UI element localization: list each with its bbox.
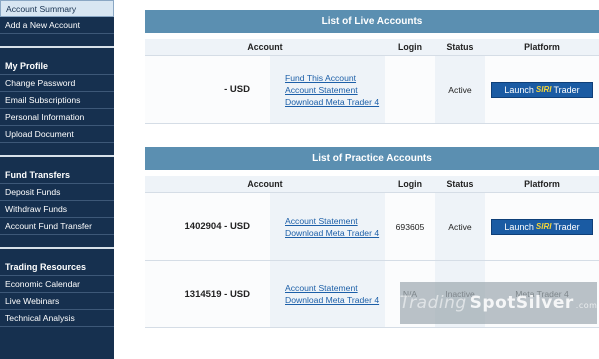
sidebar-item-add-account[interactable]: Add a New Account — [0, 17, 114, 34]
sidebar-item-deposit-funds[interactable]: Deposit Funds — [0, 184, 114, 201]
watermark-logo: Trading SpotSilver .com — [400, 282, 597, 324]
sidebar-item-email-subscriptions[interactable]: Email Subscriptions — [0, 92, 114, 109]
sidebar-item-upload-document[interactable]: Upload Document — [0, 126, 114, 143]
download-mt4-link[interactable]: Download Meta Trader 4 — [285, 96, 385, 108]
sidebar-divider — [0, 143, 114, 157]
column-header-status: Status — [446, 179, 474, 189]
account-number: 1402904 - USD — [145, 193, 270, 260]
account-statement-link[interactable]: Account Statement — [285, 84, 385, 96]
account-links: Account Statement Download Meta Trader 4 — [270, 193, 385, 260]
trader-label: Trader — [553, 221, 580, 232]
status-value: Active — [435, 56, 485, 123]
siri-logo: SIRI — [535, 222, 552, 231]
sidebar-item-personal-information[interactable]: Personal Information — [0, 109, 114, 126]
sidebar-heading-trading-resources: Trading Resources — [0, 259, 114, 276]
column-header-platform: Platform — [524, 179, 560, 189]
launch-trader-button[interactable]: Launch SIRI Trader — [491, 81, 593, 98]
practice-table-header: Account Login Status Platform — [145, 176, 599, 193]
account-number: 1314519 - USD — [145, 261, 270, 327]
launch-trader-button[interactable]: Launch SIRI Trader — [491, 218, 593, 235]
table-row: 1402904 - USD Account Statement Download… — [145, 193, 599, 261]
live-table-header: Account Login Status Platform — [145, 39, 599, 56]
watermark-light-text: Trading — [399, 293, 467, 313]
watermark-bold-text: SpotSilver — [469, 293, 574, 313]
column-header-account: Account — [247, 179, 283, 189]
sidebar-item-withdraw-funds[interactable]: Withdraw Funds — [0, 201, 114, 218]
platform-cell: Launch SIRI Trader — [485, 56, 599, 123]
column-header-login: Login — [398, 42, 422, 52]
status-value: Active — [435, 193, 485, 260]
account-statement-link[interactable]: Account Statement — [285, 215, 385, 227]
sidebar: Account Summary Add a New Account My Pro… — [0, 0, 114, 359]
sidebar-item-economic-calendar[interactable]: Economic Calendar — [0, 276, 114, 293]
sidebar-heading-profile: My Profile — [0, 58, 114, 75]
siri-logo: SIRI — [535, 85, 552, 94]
sidebar-item-live-webinars[interactable]: Live Webinars — [0, 293, 114, 310]
live-accounts-title: List of Live Accounts — [145, 10, 599, 33]
sidebar-divider — [0, 34, 114, 48]
sidebar-heading-fund-transfers: Fund Transfers — [0, 167, 114, 184]
launch-label: Launch — [504, 84, 534, 95]
table-row: - USD Fund This Account Account Statemen… — [145, 56, 599, 124]
sidebar-item-account-fund-transfer[interactable]: Account Fund Transfer — [0, 218, 114, 235]
download-mt4-link[interactable]: Download Meta Trader 4 — [285, 294, 385, 306]
account-number: - USD — [145, 56, 270, 123]
sidebar-divider — [0, 235, 114, 249]
launch-label: Launch — [504, 221, 534, 232]
column-header-account: Account — [247, 42, 283, 52]
column-header-status: Status — [446, 42, 474, 52]
trader-label: Trader — [553, 84, 580, 95]
live-accounts-section: List of Live Accounts Account Login Stat… — [145, 10, 599, 124]
sidebar-item-account-summary[interactable]: Account Summary — [0, 0, 114, 17]
download-mt4-link[interactable]: Download Meta Trader 4 — [285, 227, 385, 239]
column-header-platform: Platform — [524, 42, 560, 52]
account-links: Fund This Account Account Statement Down… — [270, 56, 385, 123]
login-value — [385, 56, 435, 123]
practice-accounts-title: List of Practice Accounts — [145, 147, 599, 170]
login-value: 693605 — [385, 193, 435, 260]
platform-cell: Launch SIRI Trader — [485, 193, 599, 260]
account-links: Account Statement Download Meta Trader 4 — [270, 261, 385, 327]
account-statement-link[interactable]: Account Statement — [285, 282, 385, 294]
column-header-login: Login — [398, 179, 422, 189]
fund-account-link[interactable]: Fund This Account — [285, 72, 385, 84]
watermark-domain: .com — [575, 301, 598, 310]
sidebar-item-change-password[interactable]: Change Password — [0, 75, 114, 92]
sidebar-item-technical-analysis[interactable]: Technical Analysis — [0, 310, 114, 327]
